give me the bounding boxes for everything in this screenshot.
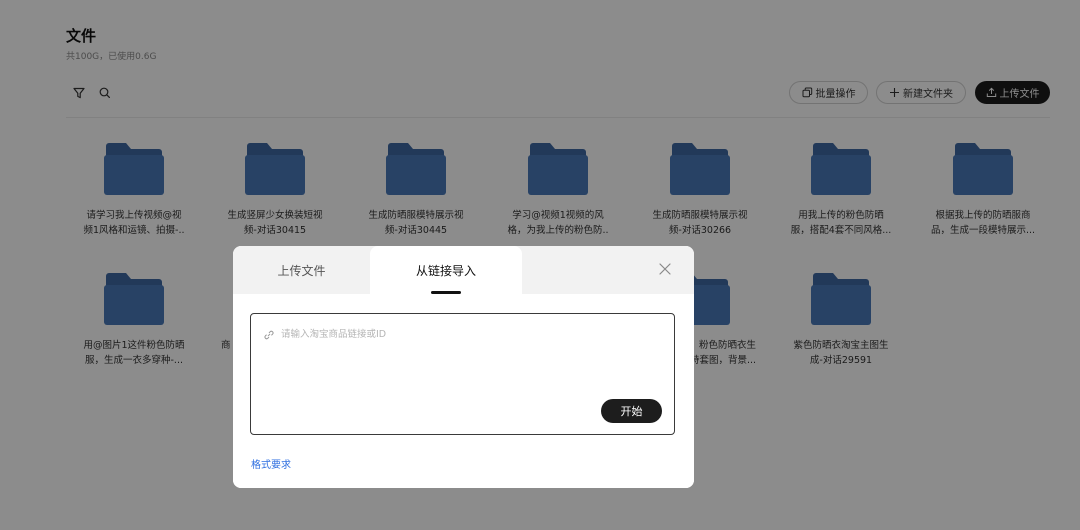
product-link-input[interactable] — [281, 326, 661, 396]
tab-upload-file[interactable]: 上传文件 — [233, 246, 370, 294]
link-input-box: 开始 — [250, 313, 675, 435]
start-button[interactable]: 开始 — [601, 399, 662, 423]
link-icon — [264, 330, 274, 340]
active-tab-indicator — [431, 291, 461, 294]
format-requirements-link[interactable]: 格式要求 — [251, 456, 291, 471]
import-dialog: 上传文件 从链接导入 开始 格式要求 — [233, 246, 694, 488]
tab-import-from-link[interactable]: 从链接导入 — [370, 246, 522, 294]
close-icon[interactable] — [658, 262, 672, 276]
